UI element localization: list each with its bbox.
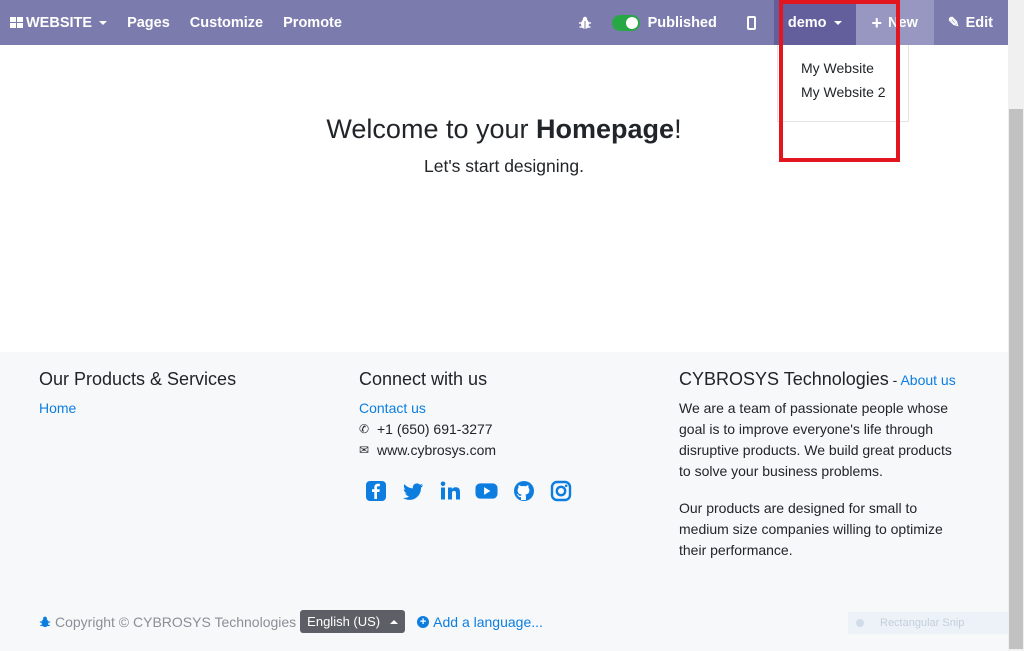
phone-number: +1 (650) 691-3277 [377,421,493,437]
website-top-navbar: WEBSITE Pages Customize Promote Publishe… [0,0,1008,45]
linkedin-icon[interactable] [438,479,461,502]
bug-icon [578,16,591,29]
plus-icon: + [871,12,883,33]
toggle-switch-icon [611,14,640,31]
add-language-link[interactable]: + Add a language... [417,614,543,630]
about-us-link[interactable]: About us [900,372,955,388]
new-label: New [888,14,918,31]
envelope-icon: ✉ [359,443,370,457]
website-url: www.cybrosys.com [377,442,497,458]
website-switcher-dropdown[interactable]: demo [773,0,856,45]
dropdown-item-my-website[interactable]: My Website [778,57,908,81]
phone-icon: ✆ [359,422,370,436]
twitter-icon[interactable] [401,479,424,502]
page-subtitle: Let's start designing. [424,156,584,176]
footer-products-column: Our Products & Services Home [39,369,236,419]
footer-products-heading: Our Products & Services [39,369,237,389]
edit-label: Edit [965,14,993,31]
footer-home-link[interactable]: Home [39,400,76,416]
title-suffix: ! [674,114,682,144]
website-menu-label: WEBSITE [26,14,93,31]
apps-grid-icon [10,17,23,28]
chevron-down-icon [833,20,842,25]
mobile-phone-icon [746,15,756,30]
site-footer: Our Products & Services Home Connect wit… [0,352,1008,651]
published-label: Published [647,14,717,31]
snip-icon [856,619,864,627]
youtube-icon[interactable] [475,479,498,502]
copyright-text: Copyright © CYBROSYS Technologies [55,613,297,630]
pages-menu[interactable]: Pages [117,0,180,45]
language-selector[interactable]: English (US) [300,610,406,633]
copyright-bar: Copyright © CYBROSYS Technologies Englis… [39,610,543,633]
add-language-label: Add a language... [433,613,543,630]
bug-icon [39,616,51,627]
instagram-icon[interactable] [549,479,572,502]
about-paragraph-1: We are a team of passionate people whose… [679,400,952,479]
language-label: English (US) [307,614,381,629]
debug-bug-button[interactable] [564,0,606,45]
website-menu-button[interactable]: WEBSITE [0,0,117,45]
footer-connect-heading: Connect with us [359,369,488,389]
chevron-up-icon [390,619,399,624]
published-toggle[interactable]: Published [606,0,729,45]
rectangular-snip-overlay: Rectangular Snip [848,612,1018,634]
website-line: ✉ www.cybrosys.com [359,440,572,461]
github-icon[interactable] [512,479,535,502]
chevron-down-icon [99,20,108,25]
footer-connect-column: Connect with us Contact us ✆ +1 (650) 69… [359,369,572,502]
customize-menu[interactable]: Customize [180,0,273,45]
pencil-icon: ✎ [947,14,960,30]
contact-us-link[interactable]: Contact us [359,400,426,416]
company-name: CYBROSYS Technologies [679,369,889,389]
footer-about-column: CYBROSYS Technologies - About us We are … [679,369,964,561]
phone-line: ✆ +1 (650) 691-3277 [359,419,572,440]
social-links [364,479,572,502]
plus-circle-icon: + [417,615,430,628]
about-paragraph-2: Our products are designed for small to m… [679,500,943,558]
heading-separator: - [888,372,901,388]
website-switcher-label: demo [787,14,827,31]
page-title: Welcome to your Homepage! [0,114,1008,145]
promote-menu[interactable]: Promote [273,0,352,45]
facebook-icon[interactable] [364,479,387,502]
snip-label: Rectangular Snip [880,617,965,629]
website-dropdown-menu: My Website My Website 2 [777,45,909,122]
vertical-scrollbar-thumb[interactable] [1009,109,1023,649]
edit-button[interactable]: ✎ Edit [934,0,1008,45]
new-button[interactable]: + New [855,0,934,45]
title-prefix: Welcome to your [326,114,537,144]
dropdown-item-my-website-2[interactable]: My Website 2 [778,81,908,105]
title-bold: Homepage [536,114,675,144]
footer-company-heading: CYBROSYS Technologies - About us [679,369,964,390]
mobile-preview-button[interactable] [729,0,774,45]
